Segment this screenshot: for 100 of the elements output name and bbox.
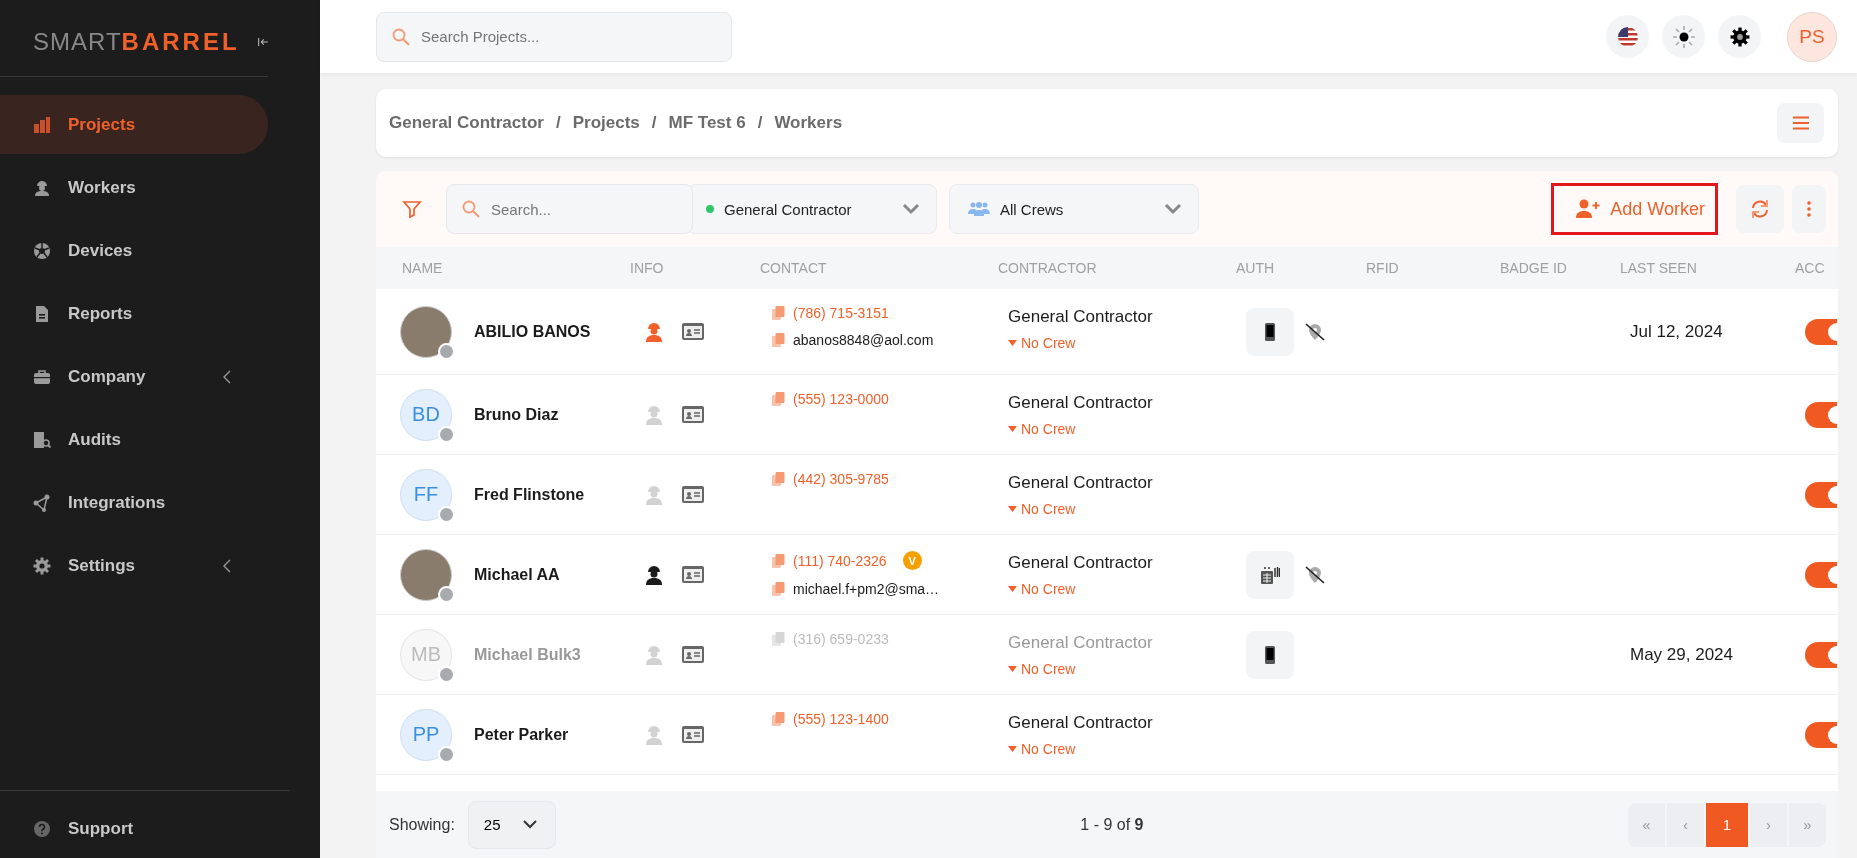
worker-icon	[644, 643, 664, 666]
status-dot	[438, 505, 455, 523]
language-button[interactable]	[1606, 15, 1649, 58]
status-dot	[438, 342, 455, 360]
id-card-icon	[682, 406, 704, 423]
verified-badge: V	[902, 551, 922, 570]
sidebar-item[interactable]: Reports	[0, 284, 268, 343]
column-header: BADGE ID	[1500, 260, 1568, 276]
copy-icon[interactable]	[772, 392, 785, 406]
crew-dropdown[interactable]: No Crew	[1008, 581, 1236, 597]
sidebar-item[interactable]: Devices	[0, 221, 268, 280]
breadcrumb-link[interactable]: MF Test 6	[668, 113, 746, 133]
status-dot	[438, 425, 455, 443]
avatar: BD	[400, 388, 452, 441]
showing-label: Showing:	[389, 815, 455, 834]
page-button[interactable]: 1	[1706, 802, 1748, 847]
more-icon	[1807, 201, 1811, 217]
worker-name[interactable]: ABILIO BANOS	[474, 322, 591, 341]
column-header: RFID	[1366, 260, 1400, 276]
sidebar-item[interactable]: Settings	[0, 536, 268, 595]
phone-number[interactable]: (111) 740-2326	[793, 552, 887, 569]
worker-icon	[644, 320, 664, 343]
column-header: INFO	[630, 260, 665, 276]
caret-down-icon	[1008, 340, 1017, 346]
building-search-icon	[33, 430, 51, 449]
phone-number[interactable]: (786) 715-3151	[793, 305, 889, 321]
avatar: MB	[400, 628, 452, 681]
sidebar-item[interactable]: Projects	[0, 95, 268, 154]
chevron-down-icon	[1164, 203, 1182, 215]
avatar: PP	[400, 708, 452, 761]
phone-icon	[1265, 322, 1275, 341]
filter-icon[interactable]	[402, 199, 422, 219]
phone-number[interactable]: (555) 123-1400	[793, 711, 889, 727]
user-avatar[interactable]: PS	[1787, 11, 1837, 62]
sidebar-item[interactable]: Workers	[0, 158, 268, 217]
breadcrumb-current: Workers	[774, 113, 843, 133]
caret-down-icon	[1008, 426, 1017, 432]
copy-icon[interactable]	[772, 553, 785, 568]
support-link[interactable]: Support	[0, 799, 140, 858]
worker-name[interactable]: Peter Parker	[474, 725, 569, 744]
copy-icon[interactable]	[772, 306, 785, 320]
worker-icon	[33, 178, 51, 197]
menu-button[interactable]	[1777, 103, 1824, 143]
access-toggle[interactable]	[1805, 721, 1837, 748]
more-button[interactable]	[1792, 185, 1826, 233]
phone-number[interactable]: (442) 305-9785	[793, 471, 889, 487]
page-size-dropdown[interactable]: 25	[467, 800, 556, 849]
refresh-button[interactable]	[1736, 185, 1784, 233]
people-icon	[968, 201, 990, 217]
menu-icon	[1792, 116, 1809, 130]
copy-icon[interactable]	[772, 582, 785, 596]
caret-down-icon	[1008, 666, 1017, 672]
column-header: CONTACT	[760, 260, 828, 276]
sidebar-item[interactable]: Audits	[0, 410, 268, 469]
add-worker-button[interactable]: Add Worker	[1551, 183, 1718, 235]
collapse-sidebar-icon[interactable]	[257, 35, 268, 49]
copy-icon[interactable]	[772, 333, 785, 347]
copy-icon[interactable]	[772, 712, 785, 726]
crew-dropdown[interactable]: No Crew	[1008, 421, 1236, 437]
column-header: AUTH	[1236, 260, 1276, 276]
settings-button[interactable]	[1718, 15, 1761, 58]
crew-dropdown[interactable]: No Crew	[1008, 335, 1236, 351]
access-toggle[interactable]	[1805, 561, 1837, 588]
settings-icon	[33, 556, 51, 575]
last-seen-date: May 29, 2024	[1629, 644, 1734, 665]
access-toggle[interactable]	[1805, 318, 1837, 345]
sun-icon	[1671, 24, 1696, 49]
status-dot	[438, 745, 455, 763]
phone-number[interactable]: (555) 123-0000	[793, 391, 889, 407]
copy-icon[interactable]	[772, 472, 785, 486]
sidebar-item[interactable]: Integrations	[0, 473, 268, 532]
email-address[interactable]: michael.f+pm2@sma…	[793, 581, 940, 597]
status-dot	[706, 205, 714, 213]
id-card-icon	[682, 566, 704, 583]
last-seen-date: Jul 12, 2024	[1629, 321, 1724, 342]
id-card-icon	[682, 486, 704, 503]
worker-name[interactable]: Michael AA	[474, 565, 560, 584]
breadcrumb-link[interactable]: Projects	[572, 113, 640, 133]
crew-dropdown[interactable]: No Crew	[1008, 501, 1236, 517]
avatar: FF	[400, 468, 452, 521]
caret-down-icon	[1008, 506, 1017, 512]
breadcrumb-separator: /	[651, 113, 657, 133]
access-toggle[interactable]	[1805, 481, 1837, 508]
breadcrumb-link[interactable]: General Contractor	[389, 113, 544, 133]
email-address[interactable]: abanos8848@aol.com	[793, 332, 934, 348]
theme-toggle-button[interactable]	[1662, 15, 1705, 58]
search-field[interactable]: Search...	[446, 184, 693, 234]
sidebar-item[interactable]: Company	[0, 347, 268, 406]
search-field[interactable]: Search Projects...	[376, 11, 732, 62]
worker-name[interactable]: Fred Flinstone	[474, 485, 585, 504]
crew-dropdown[interactable]: All Crews	[949, 184, 1199, 234]
phone-icon	[1265, 645, 1275, 664]
worker-icon	[644, 563, 664, 586]
column-header: LAST SEEN	[1620, 260, 1698, 276]
keypad-icon	[1260, 564, 1280, 585]
worker-name[interactable]: Bruno Diaz	[474, 405, 559, 424]
crew-dropdown[interactable]: No Crew	[1008, 741, 1236, 757]
access-toggle[interactable]	[1805, 401, 1837, 428]
building-chart-icon	[33, 115, 51, 134]
add-user-icon	[1576, 199, 1601, 219]
